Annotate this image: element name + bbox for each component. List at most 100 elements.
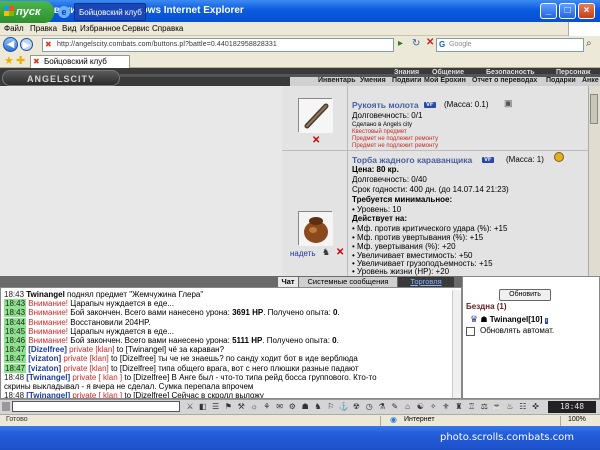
user-name[interactable]: Twinangel[10] xyxy=(490,315,543,324)
chat-timestamp[interactable]: 18:48 xyxy=(4,373,24,382)
chat-tool-icon[interactable]: ⌂ xyxy=(402,401,414,412)
menu-view[interactable]: Вид xyxy=(62,24,76,33)
chat-tool-icon[interactable]: ✧ xyxy=(427,401,439,412)
online-user[interactable]: ♛ ☗ Twinangel[10] i xyxy=(470,314,549,325)
chat-tool-icon[interactable]: ♖ xyxy=(466,401,478,412)
menu-favorites[interactable]: Избранное xyxy=(80,24,121,33)
chat-tool-icon[interactable]: ☢ xyxy=(350,401,362,412)
chat-nick[interactable]: [Twinangel] xyxy=(26,391,70,398)
chat-tool-icon[interactable]: ⚐ xyxy=(325,401,337,412)
chat-tool-icon[interactable]: ☯ xyxy=(414,401,426,412)
chat-tool-icon[interactable]: ♨ xyxy=(504,401,516,412)
chat-tool-icon[interactable]: ✎ xyxy=(389,401,401,412)
forward-arrow-icon[interactable]: ▶ xyxy=(20,38,33,51)
chat-input[interactable] xyxy=(12,401,180,412)
menu-file[interactable]: Файл xyxy=(4,24,24,33)
stop-icon[interactable]: ✕ xyxy=(426,37,434,48)
nav-knowledge[interactable]: Знания xyxy=(394,69,419,76)
item-image-cell: надеть ♞ ✕ xyxy=(282,151,348,276)
nav-character[interactable]: Персонаж xyxy=(556,69,590,76)
chat-timestamp[interactable]: 18:44 xyxy=(4,317,27,327)
chat-tool-icon[interactable]: ⚘ xyxy=(261,401,273,412)
maximize-icon[interactable]: □ xyxy=(559,3,576,19)
chat-tool-icon[interactable]: ◷ xyxy=(363,401,375,412)
minimize-icon[interactable]: _ xyxy=(540,3,557,19)
nav-inventory[interactable]: Инвентарь xyxy=(318,77,356,84)
chat-timestamp[interactable]: 18:45 xyxy=(4,326,27,336)
chat-tool-icon[interactable]: ☰ xyxy=(210,401,222,412)
chat-tool-icon[interactable]: ⚒ xyxy=(235,401,247,412)
chat-timestamp[interactable]: 18:47 xyxy=(4,345,27,355)
chat-nick[interactable]: [Dizelfree] xyxy=(28,345,67,354)
scrollbar-thumb[interactable] xyxy=(590,94,598,124)
chat-tool-icon[interactable]: ⚜ xyxy=(440,401,452,412)
google-icon: G xyxy=(439,40,446,49)
chat-tool-icon[interactable]: ☷ xyxy=(517,401,529,412)
character-panel xyxy=(0,86,282,276)
chat-tool-icon[interactable]: ⚔ xyxy=(184,401,196,412)
chat-tool-icon[interactable]: ♞ xyxy=(312,401,324,412)
zoom-level[interactable]: 100% xyxy=(568,416,586,423)
taskbar-item[interactable]: Бойцовский клуб - ... xyxy=(74,3,146,21)
chat-scrollbar[interactable] xyxy=(452,290,461,398)
browser-tab[interactable]: ✖ Бойцовский клуб xyxy=(30,55,130,68)
chat-tool-icon[interactable]: ⚖ xyxy=(478,401,490,412)
quick-launch-ie-icon[interactable]: e xyxy=(58,6,70,18)
menu-tools[interactable]: Сервис xyxy=(122,24,149,33)
chat-tool-icon[interactable]: ⚑ xyxy=(222,401,234,412)
nav-feats[interactable]: Подвиги xyxy=(392,77,421,84)
chat-timestamp[interactable]: 18:43 xyxy=(4,308,27,318)
chat-timestamp[interactable]: 18:48 xyxy=(4,391,24,398)
tab-system-messages[interactable]: Системные сообщения xyxy=(299,277,397,287)
menu-edit[interactable]: Правка xyxy=(30,24,57,33)
nav-communication[interactable]: Общение xyxy=(432,69,464,76)
chat-tool-icon[interactable]: ⚓ xyxy=(338,401,350,412)
chat-text: to [Twinangel] чё за караван? xyxy=(114,345,225,355)
drop-item-icon[interactable]: ✕ xyxy=(336,247,344,258)
back-arrow-icon[interactable]: ◀ xyxy=(3,37,18,52)
favorites-star-icon[interactable]: ★ xyxy=(4,54,14,67)
refresh-button[interactable]: Обновить xyxy=(499,289,551,301)
nav-gifts[interactable]: Подарки xyxy=(546,77,576,84)
tab-trade[interactable]: Торговля xyxy=(398,277,454,287)
chat-tool-icon[interactable]: ⚙ xyxy=(286,401,298,412)
drop-item-icon[interactable]: ✕ xyxy=(312,135,320,146)
chat-timestamp[interactable]: 18:47 xyxy=(4,354,27,364)
chat-nick[interactable]: [Twinangel] xyxy=(26,373,70,382)
chat-tool-icon[interactable]: ⚗ xyxy=(376,401,388,412)
nav-my-erokhin[interactable]: Мой Ерохин xyxy=(424,77,466,84)
add-favorite-icon[interactable]: ✚ xyxy=(16,54,25,67)
nav-skills[interactable]: Умения xyxy=(360,77,386,84)
chat-tool-icon[interactable]: ◧ xyxy=(197,401,209,412)
user-info-icon[interactable]: i xyxy=(544,318,549,324)
nav-anketa[interactable]: Анке xyxy=(582,77,599,84)
chat-timestamp[interactable]: 18:43 xyxy=(4,299,27,309)
send-mode-icon[interactable] xyxy=(2,402,10,411)
go-arrow-icon[interactable]: ▸ xyxy=(398,38,403,49)
chat-timestamp[interactable]: 18:46 xyxy=(4,336,27,345)
chat-tool-icon[interactable]: ☕ xyxy=(491,401,503,412)
auto-refresh-checkbox[interactable] xyxy=(466,327,475,336)
chat-tool-icon[interactable]: ☼ xyxy=(248,401,260,412)
chat-nick[interactable]: [vizaton] xyxy=(28,354,61,363)
search-icon[interactable]: ⌕ xyxy=(586,38,592,49)
menu-help[interactable]: Справка xyxy=(152,24,183,33)
chat-tool-icon[interactable]: ☗ xyxy=(299,401,311,412)
equip-link[interactable]: надеть xyxy=(290,249,316,258)
search-input[interactable]: G Google xyxy=(436,38,584,52)
chat-timestamp[interactable]: 18:47 xyxy=(4,363,27,373)
nav-security[interactable]: Безопасность xyxy=(486,69,535,76)
chat-tool-icon[interactable]: ♜ xyxy=(453,401,465,412)
chat-tool-icon[interactable]: ✉ xyxy=(274,401,286,412)
tab-chat[interactable]: Чат xyxy=(278,277,298,287)
address-input[interactable]: ✖ http://angelscity.combats.com/buttons.… xyxy=(42,38,394,52)
chat-timestamp[interactable]: 18:43 xyxy=(4,290,24,299)
nav-transfers[interactable]: Отчет о переводах xyxy=(472,77,537,84)
chat-tool-icon[interactable]: ✜ xyxy=(530,401,542,412)
item-name[interactable]: Рукоять молота xyxy=(352,100,419,110)
close-icon[interactable]: × xyxy=(578,3,595,19)
chat-nick[interactable]: [vizaton] xyxy=(28,364,61,373)
item-name[interactable]: Торба жадного караванщика xyxy=(352,155,472,165)
refresh-icon[interactable]: ↻ xyxy=(412,38,420,49)
chat-warning: Внимание! xyxy=(28,299,68,309)
